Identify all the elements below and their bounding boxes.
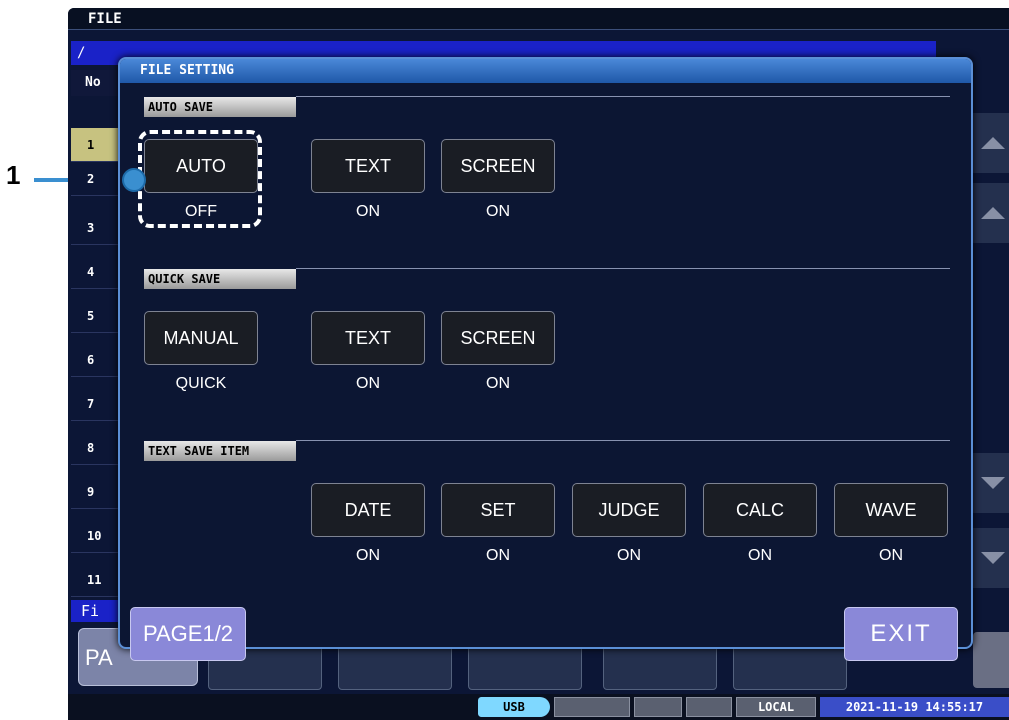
scroll-down-icon[interactable] [973,453,1009,513]
dialog-title: FILE SETTING [120,59,971,83]
auto-text-button[interactable]: TEXT [311,139,425,193]
quick-screen-value: ON [486,375,510,392]
exit-button[interactable]: EXIT [844,607,958,661]
local-indicator: LOCAL [736,697,816,717]
quick-save-label: QUICK SAVE [144,269,296,289]
page-button[interactable]: PAGE1/2 [130,607,246,661]
status-segment [634,697,682,717]
background-exit-button[interactable] [973,632,1009,688]
section-divider [296,440,950,441]
wave-value: ON [879,547,903,564]
auto-text-value: ON [356,203,380,220]
section-divider [296,268,950,269]
wave-button[interactable]: WAVE [834,483,948,537]
datetime-display: 2021-11-19 14:55:17 [820,697,1009,717]
auto-save-label: AUTO SAVE [144,97,296,117]
usb-indicator: USB [478,697,550,717]
quick-screen-button[interactable]: SCREEN [441,311,555,365]
manual-button[interactable]: MANUAL [144,311,258,365]
set-button[interactable]: SET [441,483,555,537]
date-button[interactable]: DATE [311,483,425,537]
set-value: ON [486,547,510,564]
text-save-item-label: TEXT SAVE ITEM [144,441,296,461]
section-divider [296,96,950,97]
auto-screen-button[interactable]: SCREEN [441,139,555,193]
screen-title: FILE [68,8,1009,30]
page-down-icon[interactable] [973,528,1009,588]
judge-button[interactable]: JUDGE [572,483,686,537]
page-up-icon[interactable] [973,183,1009,243]
calc-value: ON [748,547,772,564]
status-segment [686,697,732,717]
date-value: ON [356,547,380,564]
auto-screen-value: ON [486,203,510,220]
status-segment [554,697,630,717]
manual-value: QUICK [175,375,227,392]
calc-button[interactable]: CALC [703,483,817,537]
callout-number: 1 [6,160,21,190]
quick-text-value: ON [356,375,380,392]
judge-value: ON [617,547,641,564]
callout-marker [122,168,146,192]
highlight-dashed-box [138,130,262,228]
scroll-up-icon[interactable] [973,113,1009,173]
quick-text-button[interactable]: TEXT [311,311,425,365]
